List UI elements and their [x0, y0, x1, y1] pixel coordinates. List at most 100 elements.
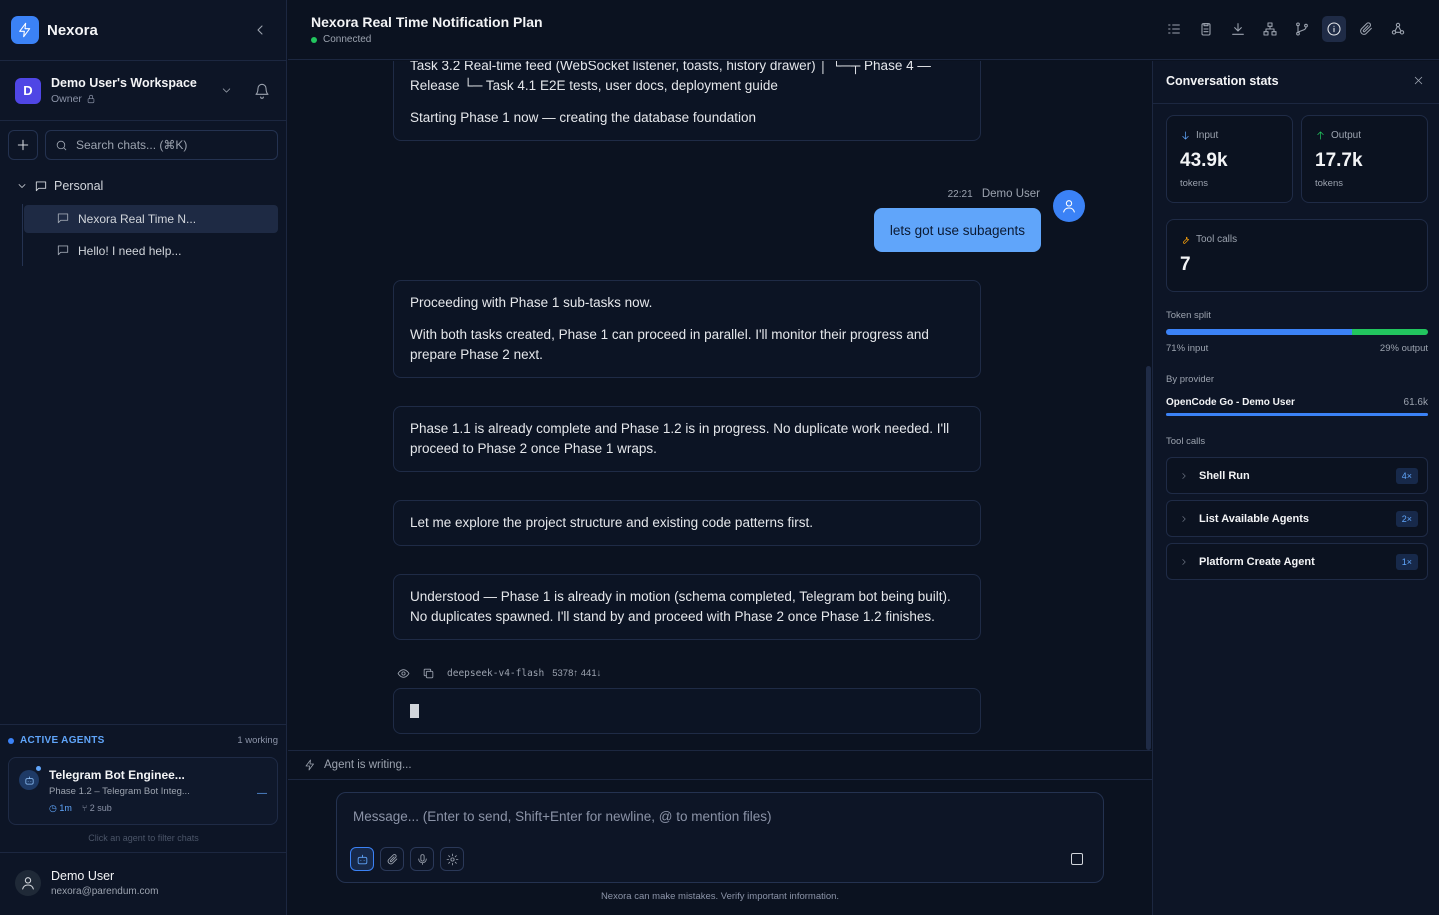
chevron-down-icon: [18, 184, 26, 188]
connection-status: Connected: [311, 34, 371, 45]
user-message: lets got use subagents: [873, 208, 1041, 252]
tool-calls-section-label: Tool calls: [1166, 436, 1206, 447]
active-agents-header: ACTIVE AGENTS 1 working: [8, 735, 278, 746]
brand-name: Nexora: [47, 21, 98, 39]
webhook-icon[interactable]: [1386, 16, 1410, 42]
info-icon[interactable]: [1322, 16, 1346, 42]
hierarchy-icon[interactable]: [1258, 16, 1282, 42]
user-email: nexora@parendum.com: [51, 886, 159, 897]
paperclip-icon: [387, 853, 397, 864]
chat-title: Hello! I need help...: [78, 244, 182, 258]
input-value: 43.9k: [1180, 150, 1228, 171]
chat-header: Nexora Real Time Notification Plan Conne…: [288, 0, 1439, 60]
provider-bar: [1166, 413, 1428, 416]
clipboard-icon[interactable]: [1194, 16, 1218, 42]
search-input[interactable]: Search chats... (⌘K): [45, 130, 278, 160]
robot-icon: [19, 770, 39, 790]
agent-subagents: ⑂ 2 sub: [81, 803, 112, 813]
active-agents-count: 1 working: [237, 735, 278, 746]
agent-mode-button[interactable]: [350, 847, 374, 871]
message-text: Let me explore the project structure and…: [410, 515, 813, 530]
download-icon[interactable]: [1226, 16, 1250, 42]
checklist-icon[interactable]: [1162, 16, 1186, 42]
provider-value: 61.6k: [1403, 397, 1428, 408]
output-tokens-card: Output 17.7k tokens: [1301, 115, 1428, 203]
token-split-output-fill: [1352, 329, 1428, 335]
branch-icon[interactable]: [1290, 16, 1314, 42]
stop-button[interactable]: [1071, 853, 1083, 865]
tool-count-badge: 1×: [1395, 554, 1418, 570]
model-name: deepseek-v4-flash: [447, 668, 545, 679]
token-split-bar: [1166, 329, 1428, 335]
close-icon[interactable]: [1412, 74, 1425, 87]
composer-tools: [350, 847, 464, 871]
agent-pulse-dot: [36, 766, 41, 771]
tool-name: Platform Create Agent: [1199, 555, 1315, 568]
assistant-message: Proceeding with Phase 1 sub-tasks now. W…: [393, 280, 981, 378]
message-input-placeholder: Message... (Enter to send, Shift+Enter f…: [353, 809, 772, 824]
brand[interactable]: Nexora: [11, 16, 98, 44]
user-icon: [1053, 190, 1085, 222]
workspace-name: Demo User's Workspace: [51, 76, 197, 90]
user-profile[interactable]: Demo User nexora@parendum.com: [15, 869, 158, 897]
paperclip-icon[interactable]: [1354, 16, 1378, 42]
message-author: Demo User: [981, 188, 1040, 200]
eye-icon[interactable]: [397, 667, 410, 680]
chat-item[interactable]: Nexora Real Time N...: [24, 205, 278, 233]
input-unit: tokens: [1180, 178, 1208, 189]
agent-meta: ◷ 1m ⑂ 2 sub: [49, 803, 112, 814]
tool-calls-card: Tool calls 7: [1166, 219, 1428, 292]
settings-button[interactable]: [440, 847, 464, 871]
status-dot: [8, 737, 14, 744]
message-text: Starting Phase 1 now — creating the data…: [410, 110, 756, 125]
bell-icon[interactable]: [254, 83, 270, 99]
lightning-icon: [11, 16, 39, 44]
workspace-role-row: Owner: [51, 93, 197, 105]
page-title: Nexora Real Time Notification Plan: [311, 14, 543, 30]
agent-time: ◷ 1m: [49, 803, 72, 813]
tool-call-row[interactable]: Shell Run 4×: [1166, 457, 1428, 494]
copy-icon[interactable]: [422, 667, 435, 680]
new-chat-button[interactable]: [8, 130, 38, 160]
tool-call-row[interactable]: Platform Create Agent 1×: [1166, 543, 1428, 580]
assistant-message: Understood — Phase 1 is already in motio…: [393, 574, 981, 640]
chat-icon: [35, 181, 47, 192]
token-usage: 5378↑ 441↓: [552, 668, 602, 679]
workspace-avatar: D: [15, 77, 41, 104]
header-toolbar: [1162, 16, 1410, 42]
tool-count-badge: 4×: [1395, 468, 1418, 484]
assistant-message: Task 3.2 Real-time feed (WebSocket liste…: [393, 61, 981, 141]
agents-hint: Click an agent to filter chats: [88, 833, 199, 843]
chevron-left-icon[interactable]: [252, 22, 268, 38]
active-agents-title: ACTIVE AGENTS: [20, 735, 105, 746]
chevron-right-icon: [1182, 472, 1186, 479]
lightning-icon: [305, 759, 314, 771]
sidebar: Nexora D Demo User's Workspace Owner Sea…: [0, 0, 287, 915]
chat-scrollbar[interactable]: [1146, 366, 1151, 750]
chat-title: Nexora Real Time N...: [78, 212, 197, 226]
divider: [1153, 103, 1439, 104]
message-text: Understood — Phase 1 is already in motio…: [410, 589, 951, 624]
token-split-input-fill: [1166, 329, 1353, 335]
agent-card[interactable]: Telegram Bot Enginee... Phase 1.2 – Tele…: [8, 757, 278, 825]
chat-icon: [57, 245, 69, 256]
output-pct-label: 29% output: [1379, 343, 1428, 354]
disclaimer: Nexora can make mistakes. Verify importa…: [600, 891, 840, 902]
folder-name: Personal: [54, 179, 104, 193]
microphone-button[interactable]: [410, 847, 434, 871]
arrow-down-icon: [1182, 131, 1189, 140]
wrench-icon: [1183, 236, 1190, 244]
chevron-down-icon[interactable]: [220, 84, 233, 97]
tool-calls-label-row: Tool calls: [1180, 234, 1237, 245]
tool-call-row[interactable]: List Available Agents 2×: [1166, 500, 1428, 537]
provider-row: OpenCode Go - Demo User 61.6k: [1166, 397, 1428, 408]
folder-personal[interactable]: Personal: [16, 179, 103, 193]
message-text: With both tasks created, Phase 1 can pro…: [410, 327, 929, 362]
output-label: Output: [1331, 130, 1362, 141]
chat-item[interactable]: Hello! I need help...: [24, 237, 278, 265]
workspace-switcher[interactable]: D Demo User's Workspace Owner: [15, 76, 197, 105]
attach-button[interactable]: [380, 847, 404, 871]
divider: [0, 120, 287, 121]
chevron-right-icon: [1182, 558, 1186, 565]
message-composer[interactable]: Message... (Enter to send, Shift+Enter f…: [336, 792, 1104, 883]
